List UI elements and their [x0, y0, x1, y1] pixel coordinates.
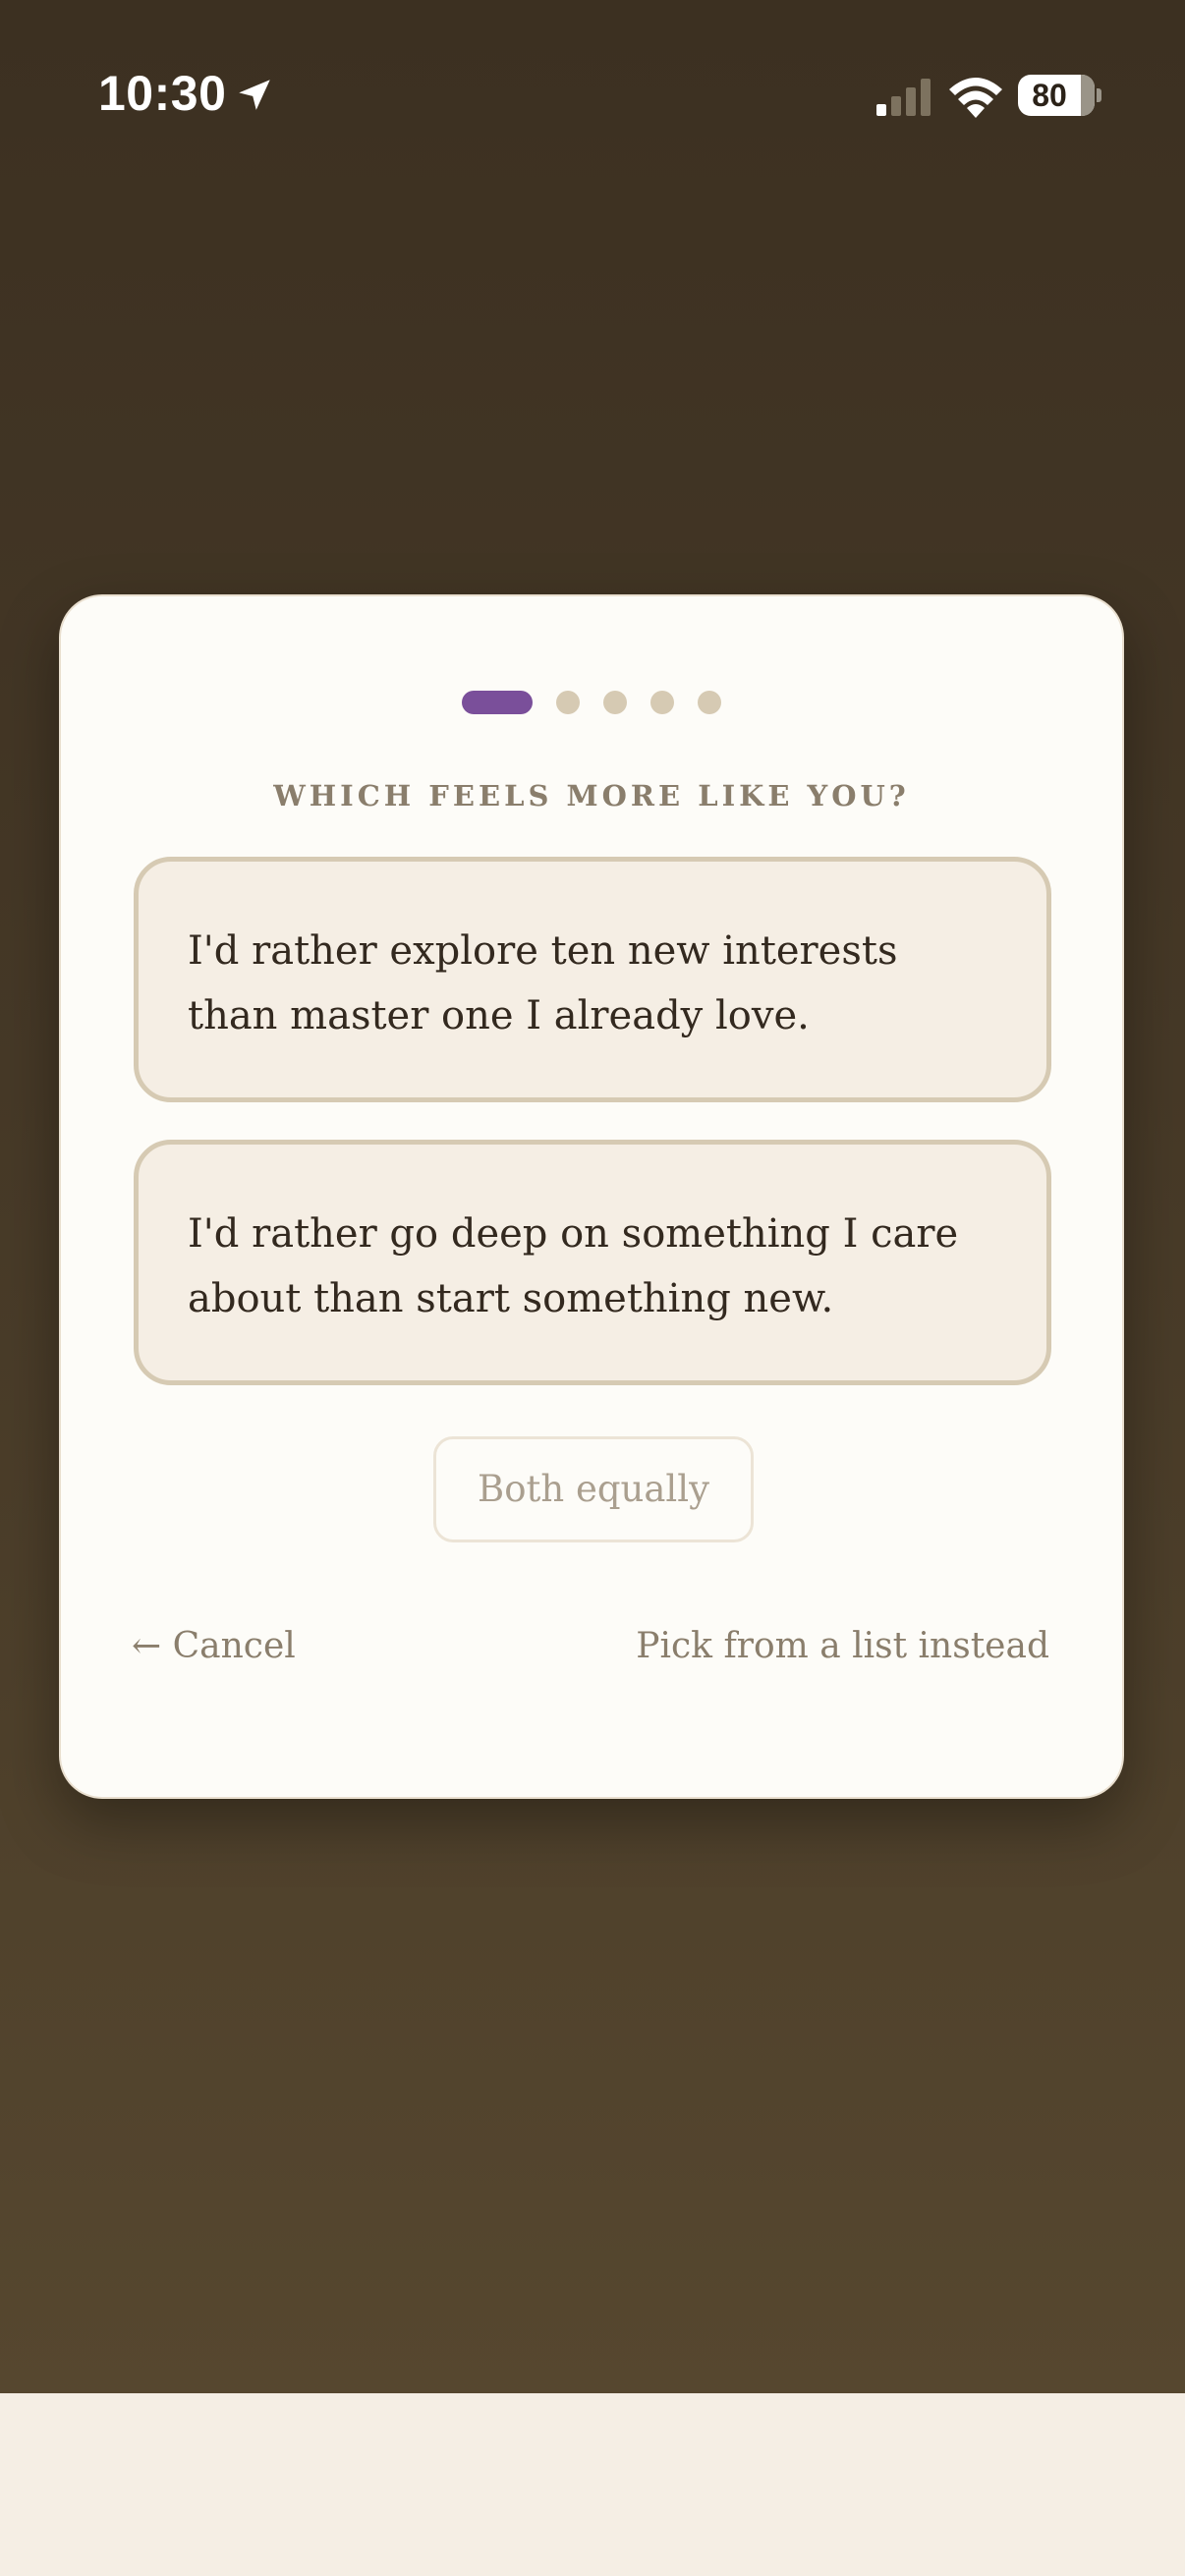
battery-empty-portion: [1081, 75, 1095, 116]
cellular-signal-icon: [876, 79, 931, 116]
wifi-icon: [949, 78, 1002, 118]
quiz-card: WHICH FEELS MORE LIKE YOU? I'd rather ex…: [59, 594, 1124, 1799]
pick-from-list-link[interactable]: Pick from a list instead: [636, 1626, 1049, 1666]
progress-step-4: [650, 691, 674, 714]
status-bar: 10:30 80: [0, 0, 1185, 187]
option-go-deep-text: I'd rather go deep on something I care a…: [188, 1211, 959, 1321]
question-prompt: WHICH FEELS MORE LIKE YOU?: [273, 779, 910, 812]
battery-level: 80: [1032, 78, 1067, 113]
battery-icon: 80: [1018, 75, 1095, 116]
option-explore-text: I'd rather explore ten new interests tha…: [188, 928, 898, 1038]
option-go-deep-card[interactable]: I'd rather go deep on something I care a…: [134, 1140, 1051, 1385]
status-time: 10:30: [98, 66, 227, 121]
battery-tip: [1097, 88, 1101, 102]
option-explore-card[interactable]: I'd rather explore ten new interests tha…: [134, 857, 1051, 1102]
both-equally-button[interactable]: Both equally: [433, 1436, 754, 1542]
progress-step-3: [603, 691, 627, 714]
progress-step-2: [556, 691, 580, 714]
progress-indicator: [61, 690, 1122, 715]
progress-step-5: [698, 691, 721, 714]
location-arrow-icon: [239, 80, 270, 110]
progress-step-1-active: [462, 691, 533, 714]
bottom-area: [0, 2393, 1185, 2576]
cancel-link[interactable]: ← Cancel: [132, 1626, 296, 1666]
